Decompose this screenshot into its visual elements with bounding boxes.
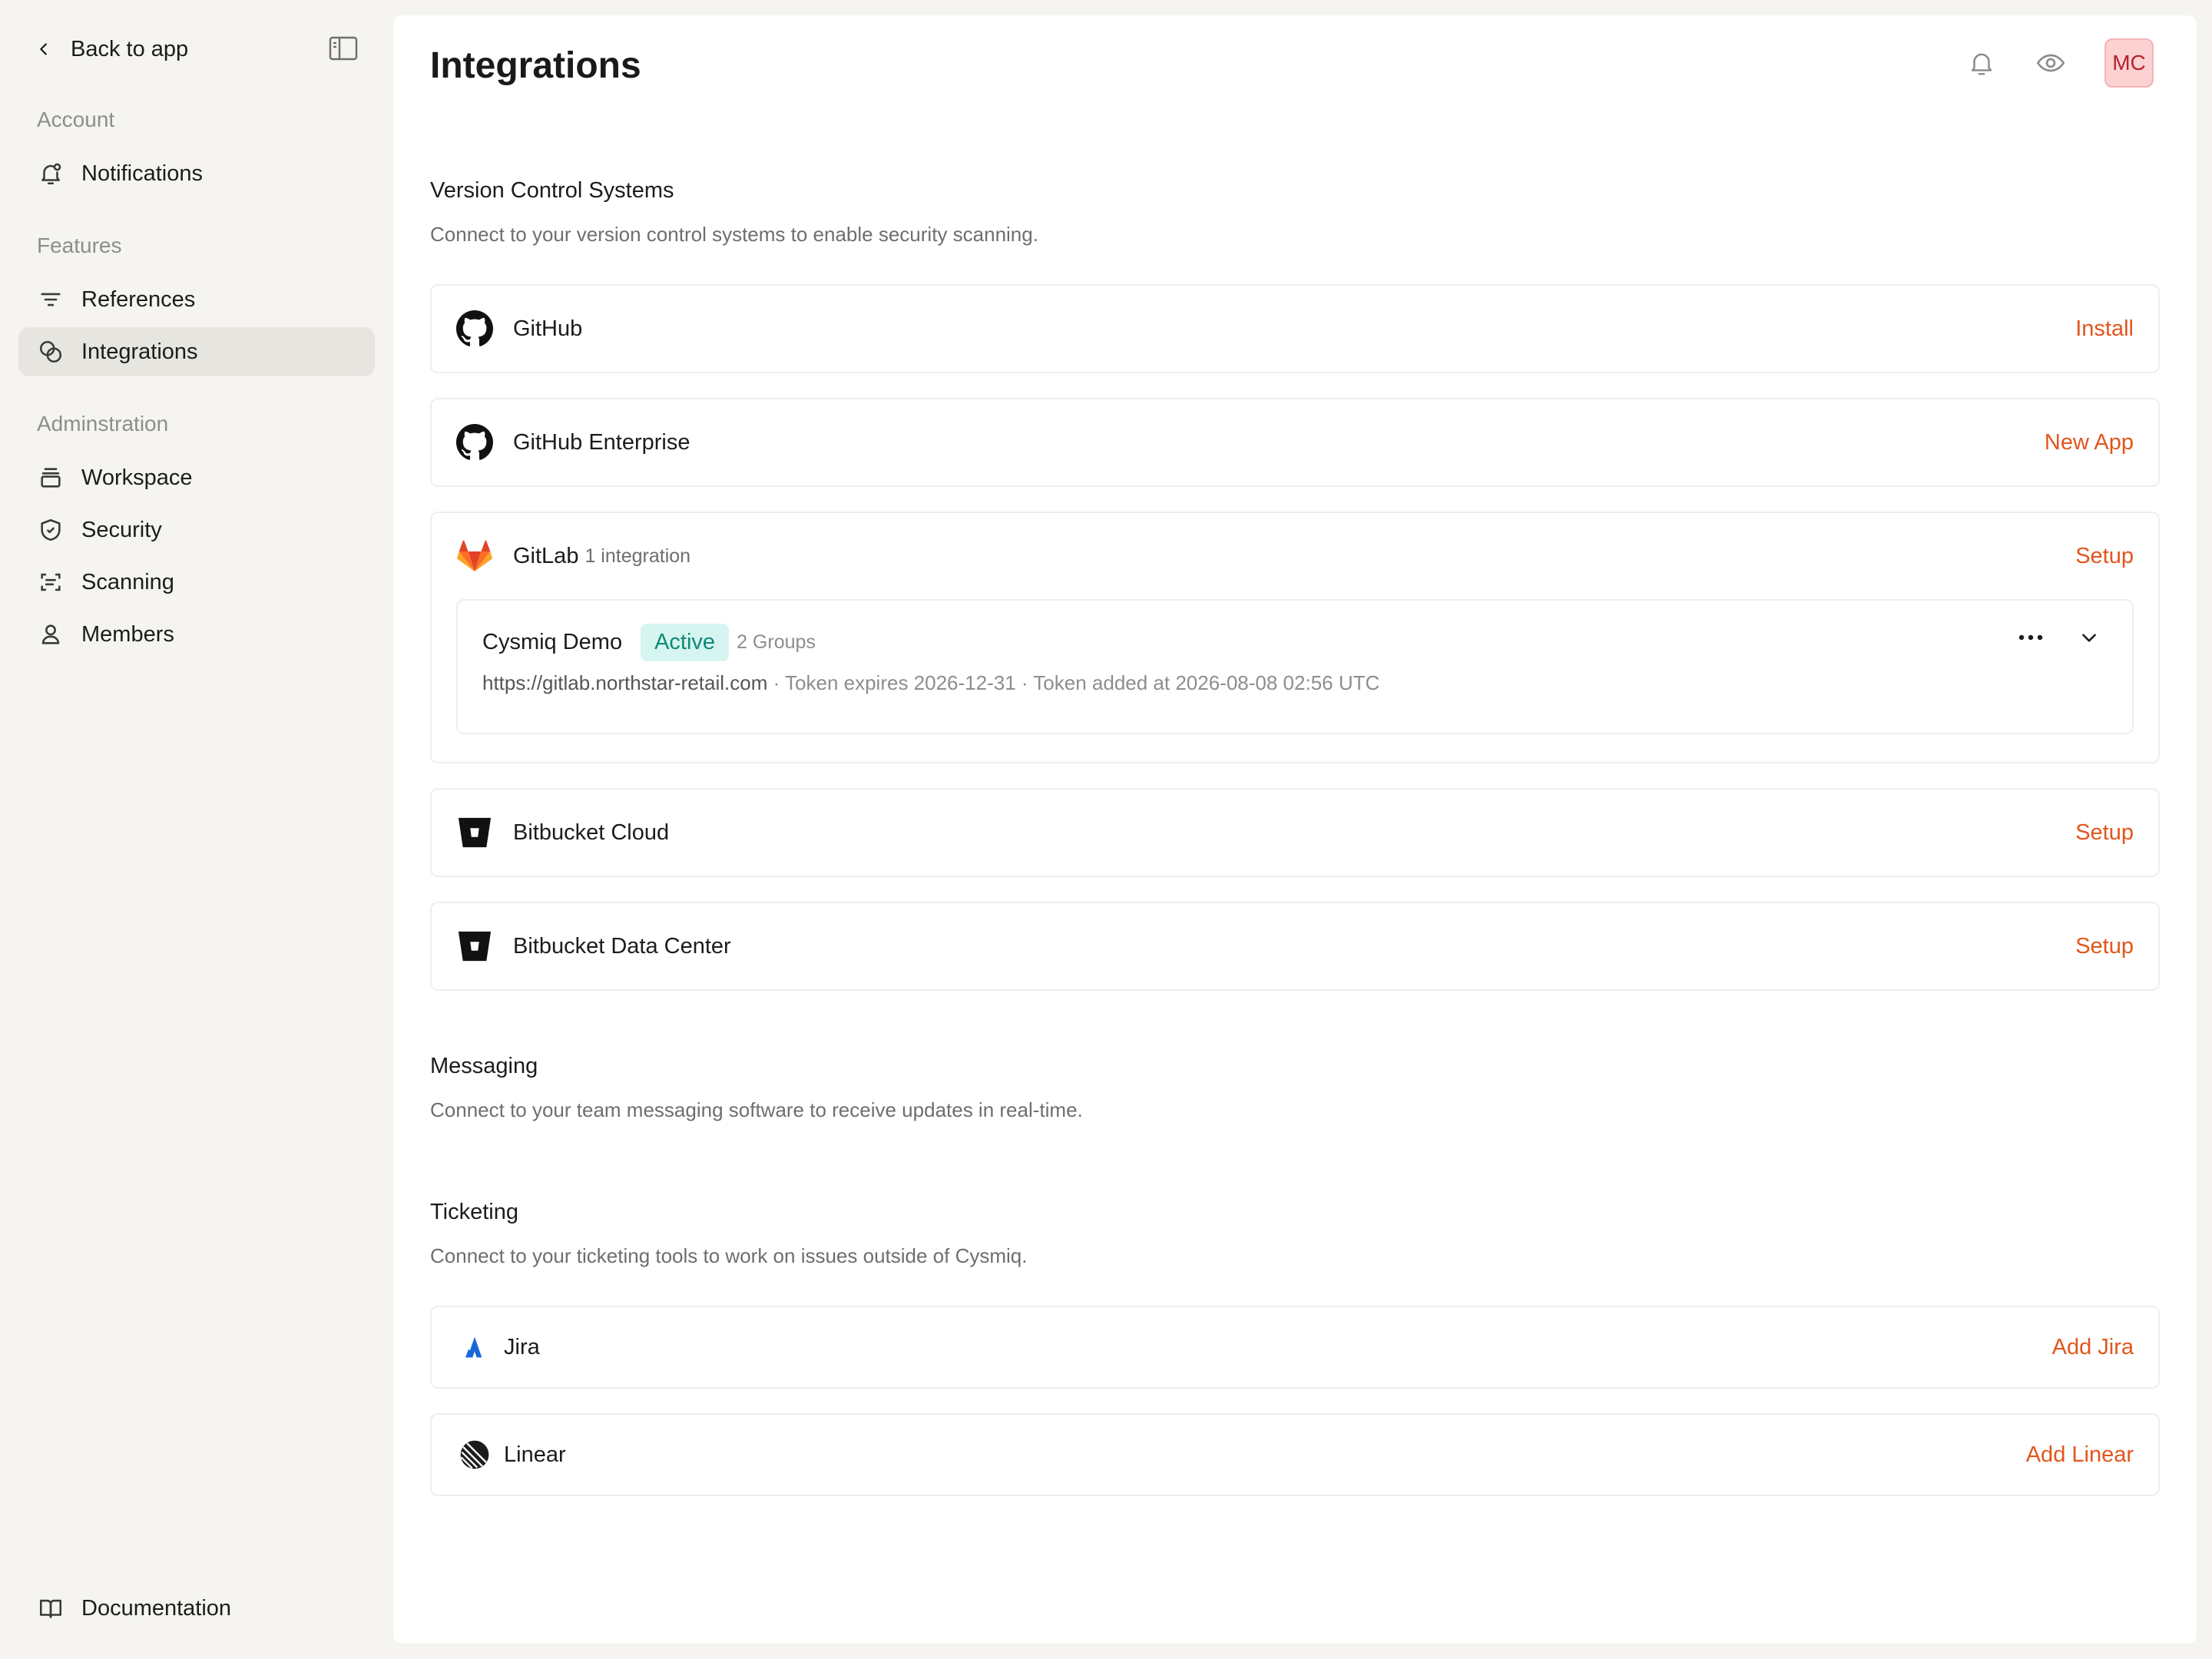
sidebar-item-label: Notifications xyxy=(81,161,203,186)
provider-name: Bitbucket Cloud xyxy=(513,820,670,845)
sidebar: Back to app Account Notifications Featur… xyxy=(0,0,393,1659)
sidebar-item-security[interactable]: Security xyxy=(18,505,375,555)
sidebar-item-notifications[interactable]: Notifications xyxy=(18,149,375,198)
provider-card-jira: Jira Add Jira xyxy=(430,1306,2160,1389)
install-github-button[interactable]: Install xyxy=(2075,316,2134,342)
provider-name: GitLab xyxy=(513,543,579,568)
jira-icon xyxy=(456,1329,493,1366)
ticketing-section-description: Connect to your ticketing tools to work … xyxy=(430,1244,1028,1267)
integrations-icon xyxy=(37,338,65,366)
integration-groups: 2 Groups xyxy=(737,631,816,653)
ticketing-section-title: Ticketing xyxy=(430,1200,518,1224)
vcs-section-title: Version Control Systems xyxy=(430,178,674,203)
gitlab-icon xyxy=(456,538,493,575)
provider-card-linear: Linear Add Linear xyxy=(430,1413,2160,1496)
sidebar-item-references[interactable]: References xyxy=(18,275,375,324)
notifications-bell-icon[interactable] xyxy=(1966,48,1997,78)
back-to-app-label: Back to app xyxy=(71,36,189,61)
top-actions: MC xyxy=(1966,38,2154,88)
linear-icon xyxy=(456,1436,493,1473)
sidebar-item-members[interactable]: Members xyxy=(18,610,375,659)
messaging-section-title: Messaging xyxy=(430,1054,538,1078)
sidebar-item-label: Integrations xyxy=(81,339,198,364)
sidebar-item-scanning[interactable]: Scanning xyxy=(18,558,375,607)
scan-icon xyxy=(37,568,65,596)
bell-icon xyxy=(37,160,65,187)
sidebar-item-label: Security xyxy=(81,517,162,542)
vcs-section-description: Connect to your version control systems … xyxy=(430,223,1038,246)
bitbucket-icon xyxy=(456,814,493,851)
github-icon xyxy=(456,424,493,461)
provider-name: GitHub Enterprise xyxy=(513,429,690,455)
bitbucket-icon xyxy=(456,928,493,965)
sidebar-item-label: Members xyxy=(81,621,174,647)
eye-icon[interactable] xyxy=(2035,48,2066,78)
provider-name: GitHub xyxy=(513,316,583,341)
sidebar-toggle-icon[interactable] xyxy=(329,35,358,61)
stack-icon xyxy=(37,464,65,492)
chevron-down-icon[interactable] xyxy=(2074,622,2104,653)
sidebar-item-label: Workspace xyxy=(81,465,193,490)
integration-count: 1 integration xyxy=(584,545,691,567)
chevron-left-icon xyxy=(40,43,47,55)
sidebar-item-integrations[interactable]: Integrations xyxy=(18,327,375,376)
add-jira-button[interactable]: Add Jira xyxy=(2052,1335,2134,1360)
more-options-icon[interactable] xyxy=(2015,622,2046,653)
integration-url: https://gitlab.northstar-retail.com xyxy=(482,671,768,694)
setup-gitlab-button[interactable]: Setup xyxy=(2075,544,2134,569)
new-app-button[interactable]: New App xyxy=(2045,430,2134,455)
page-title: Integrations xyxy=(430,45,641,86)
messaging-section-description: Connect to your team messaging software … xyxy=(430,1098,1083,1121)
section-label-account: Account xyxy=(37,108,115,131)
sidebar-item-label: Scanning xyxy=(81,569,174,594)
status-badge: Active xyxy=(641,624,730,661)
main-content: Integrations MC Version Control Systems … xyxy=(393,15,2197,1644)
provider-card-bitbucket-data-center: Bitbucket Data Center Setup xyxy=(430,902,2160,991)
filter-icon xyxy=(37,286,65,313)
setup-bitbucket-data-center-button[interactable]: Setup xyxy=(2075,934,2134,959)
provider-card-bitbucket-cloud: Bitbucket Cloud Setup xyxy=(430,788,2160,877)
sidebar-item-workspace[interactable]: Workspace xyxy=(18,453,375,502)
provider-name: Bitbucket Data Center xyxy=(513,933,731,959)
back-to-app-link[interactable]: Back to app xyxy=(35,31,188,68)
section-label-administration: Adminstration xyxy=(37,412,169,435)
provider-name: Jira xyxy=(504,1334,540,1359)
sidebar-item-label: References xyxy=(81,286,196,312)
integration-name: Cysmiq Demo xyxy=(482,630,623,654)
sidebar-item-label: Documentation xyxy=(81,1595,232,1621)
add-linear-button[interactable]: Add Linear xyxy=(2026,1442,2134,1468)
integration-details: https://gitlab.northstar-retail.com · To… xyxy=(482,671,1379,695)
shield-icon xyxy=(37,516,65,544)
provider-card-gitlab: GitLab 1 integration Setup Cysmiq Demo A… xyxy=(430,512,2160,763)
section-label-features: Features xyxy=(37,233,122,257)
github-icon xyxy=(456,310,493,347)
avatar[interactable]: MC xyxy=(2104,38,2154,88)
provider-card-github-enterprise: GitHub Enterprise New App xyxy=(430,398,2160,487)
provider-card-github: GitHub Install xyxy=(430,284,2160,373)
integration-token-info: · Token expires 2026-12-31 · Token added… xyxy=(767,671,1380,694)
user-icon xyxy=(37,621,65,648)
provider-name: Linear xyxy=(504,1442,566,1467)
integration-item-cysmiq-demo: Cysmiq Demo Active 2 Groups https://gitl… xyxy=(456,599,2134,734)
setup-bitbucket-cloud-button[interactable]: Setup xyxy=(2075,820,2134,846)
book-icon xyxy=(37,1594,65,1622)
sidebar-item-documentation[interactable]: Documentation xyxy=(18,1584,375,1633)
